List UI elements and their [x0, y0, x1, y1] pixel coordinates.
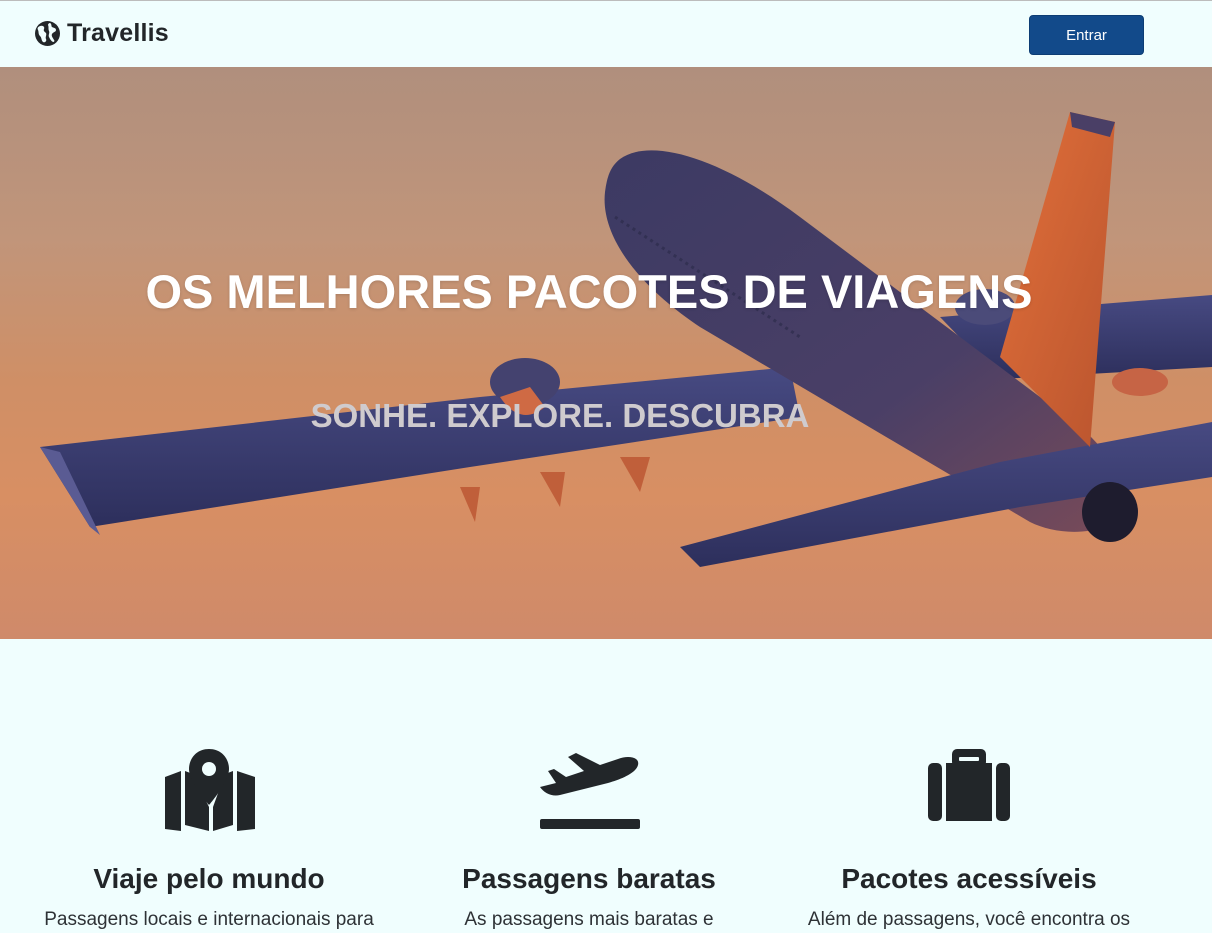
features-section: Viaje pelo mundo Passagens locais e inte…	[0, 639, 1212, 933]
feature-text: Além de passagens, você encontra os	[807, 909, 1131, 930]
globe-icon	[35, 21, 60, 46]
feature-travel-world: Viaje pelo mundo Passagens locais e inte…	[9, 749, 409, 930]
brand-name: Travellis	[67, 19, 169, 47]
feature-text: As passagens mais baratas e	[464, 909, 714, 930]
hero-subtitle: SONHE. EXPLORE. DESCUBRA	[310, 397, 810, 434]
feature-cheap-tickets: Passagens baratas As passagens mais bara…	[389, 749, 789, 930]
feature-title: Pacotes acessíveis	[841, 863, 1097, 894]
feature-text: Passagens locais e internacionais para	[44, 909, 374, 930]
feature-title: Passagens baratas	[462, 863, 716, 894]
login-button[interactable]: Entrar	[1029, 15, 1144, 55]
feature-affordable-packages: Pacotes acessíveis Além de passagens, vo…	[769, 749, 1169, 930]
suitcase-icon	[928, 749, 1010, 821]
plane-departure-icon	[540, 753, 640, 829]
brand-link[interactable]: Travellis	[34, 19, 169, 48]
airplane-image	[40, 112, 1212, 567]
feature-title: Viaje pelo mundo	[93, 863, 325, 894]
map-marker-icon	[165, 749, 255, 831]
navbar: Travellis Entrar	[0, 0, 1212, 67]
hero-banner: OS MELHORES PACOTES DE VIAGENS SONHE. EX…	[0, 67, 1212, 639]
hero-title: OS MELHORES PACOTES DE VIAGENS	[145, 265, 1033, 318]
